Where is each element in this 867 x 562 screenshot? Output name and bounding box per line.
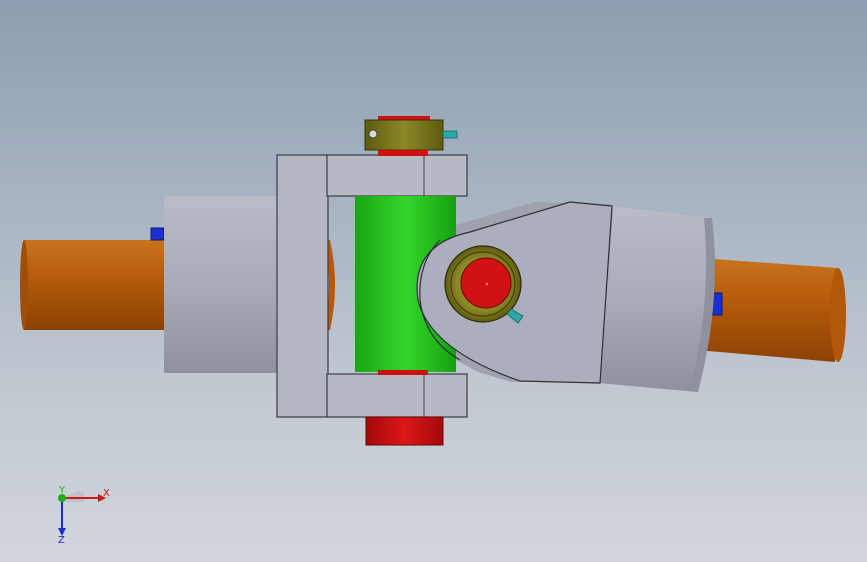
z-axis-label: Z [58, 535, 65, 546]
orientation-triad: X Y Z [58, 485, 110, 546]
x-axis-label: X [103, 488, 110, 499]
top-grease-fitting[interactable] [442, 130, 458, 139]
left-shaft[interactable] [20, 240, 169, 330]
bottom-bearing-cap[interactable] [365, 416, 444, 446]
top-bearing-collar[interactable] [364, 116, 444, 156]
left-key[interactable] [150, 227, 165, 241]
universal-joint-model[interactable] [0, 0, 867, 562]
right-hub[interactable] [598, 206, 715, 392]
y-axis-label: Y [58, 485, 66, 496]
graphics-viewport[interactable]: X Y Z [0, 0, 867, 562]
